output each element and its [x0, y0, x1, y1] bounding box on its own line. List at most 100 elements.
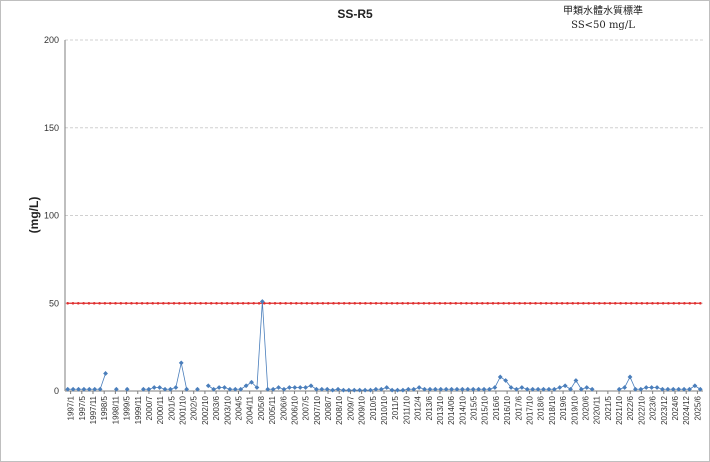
- standard-marker: [124, 301, 128, 305]
- x-tick-label: 2017/10: [526, 395, 535, 424]
- data-point: [103, 371, 108, 376]
- data-point: [151, 385, 157, 390]
- standard-marker: [380, 301, 383, 305]
- x-tick-label: 2010/5: [369, 395, 378, 420]
- standard-marker: [247, 301, 250, 305]
- x-tick-label: 2008/10: [335, 395, 344, 424]
- x-tick-label: 2001/5: [167, 395, 176, 420]
- standard-marker: [401, 301, 404, 305]
- standard-marker: [693, 301, 697, 305]
- data-point: [573, 378, 579, 383]
- x-tick-label: 1997/1: [67, 395, 76, 420]
- axis-layer: [64, 40, 703, 394]
- standard-marker: [332, 301, 335, 305]
- x-tick-label: 2011/10: [402, 395, 411, 424]
- standard-marker: [374, 301, 378, 305]
- x-tick-label: 2010/10: [380, 395, 389, 424]
- data-point: [562, 383, 568, 389]
- x-tick-label: 2018/10: [548, 395, 557, 424]
- standard-marker: [183, 301, 186, 305]
- standard-marker: [502, 301, 505, 305]
- data-point: [341, 387, 346, 393]
- data-point: [308, 383, 314, 389]
- standard-marker: [411, 301, 415, 305]
- standard-marker: [661, 301, 665, 305]
- data-point: [416, 385, 422, 390]
- data-point: [205, 383, 211, 389]
- standard-marker: [417, 301, 420, 305]
- grid-layer: [65, 39, 703, 304]
- x-tick-label: 2012/4: [414, 395, 423, 420]
- standard-marker: [395, 301, 399, 305]
- standard-marker: [454, 301, 458, 305]
- data-point: [286, 385, 292, 390]
- x-tick-label: 2014/10: [458, 395, 467, 424]
- standard-marker: [316, 301, 319, 305]
- standard-marker: [497, 301, 500, 305]
- data-point: [222, 385, 227, 390]
- standard-marker: [534, 301, 537, 305]
- standard-marker: [279, 301, 282, 305]
- data-point: [330, 387, 336, 393]
- x-tick-label: 1999/11: [134, 395, 143, 424]
- data-point: [243, 383, 249, 389]
- x-tick-label: 2015/10: [481, 395, 490, 424]
- standard-marker: [284, 301, 287, 305]
- series-layer: [65, 299, 703, 393]
- series-line: [67, 373, 106, 390]
- data-point: [584, 385, 590, 390]
- standard-marker: [98, 301, 101, 305]
- standard-marker: [369, 301, 373, 305]
- data-point: [276, 385, 281, 390]
- standard-marker: [688, 301, 692, 305]
- y-tick-label: 150: [44, 123, 59, 133]
- standard-marker: [162, 301, 165, 305]
- y-axis-label: (mg/L): [27, 197, 41, 234]
- standard-marker: [108, 301, 112, 305]
- standard-marker: [231, 301, 234, 305]
- standard-marker: [640, 301, 644, 305]
- standard-marker: [629, 301, 633, 305]
- x-tick-label: 2013/6: [425, 395, 434, 420]
- standard-marker: [172, 301, 176, 305]
- standard-marker: [624, 301, 628, 305]
- standard-marker: [321, 301, 325, 305]
- standard-marker: [512, 301, 516, 305]
- x-tick-label: 1997/5: [78, 395, 87, 420]
- standard-marker: [566, 301, 569, 305]
- x-tick-label: 2002/10: [201, 395, 210, 424]
- x-tick-label: 2019/10: [570, 395, 579, 424]
- standard-marker: [656, 301, 660, 305]
- data-point: [622, 385, 628, 390]
- x-tick-label: 2008/7: [324, 395, 333, 420]
- x-tick-label: 1998/5: [100, 395, 109, 420]
- standard-marker: [677, 301, 681, 305]
- x-tick-label: 2003/6: [212, 395, 221, 420]
- standard-marker: [518, 301, 521, 305]
- standard-marker: [465, 301, 468, 305]
- y-tick-labels: 0 50 100 150 200: [44, 35, 59, 396]
- x-tick-label: 2000/7: [145, 395, 154, 420]
- data-point: [557, 385, 563, 390]
- standard-marker: [592, 301, 596, 305]
- standard-marker: [459, 301, 463, 305]
- standard-marker: [358, 301, 362, 305]
- standard-marker: [364, 301, 367, 305]
- standard-marker: [135, 301, 139, 305]
- standard-marker: [215, 301, 218, 305]
- data-point: [654, 385, 660, 390]
- data-point: [292, 385, 298, 390]
- data-point: [368, 387, 373, 393]
- data-point: [492, 385, 498, 390]
- standard-marker: [294, 301, 298, 305]
- x-tick-label: 2017/6: [514, 395, 523, 420]
- standard-marker: [92, 301, 96, 305]
- standard-annotation-line-2: SS<50 mg/L: [571, 20, 635, 31]
- standard-marker: [167, 301, 170, 305]
- standard-marker: [523, 301, 527, 305]
- x-tick-label: 1997/11: [89, 395, 98, 424]
- standard-marker: [193, 301, 197, 305]
- standard-marker: [645, 301, 649, 305]
- standard-marker: [598, 301, 601, 305]
- x-tick-label: 2005/8: [257, 395, 266, 420]
